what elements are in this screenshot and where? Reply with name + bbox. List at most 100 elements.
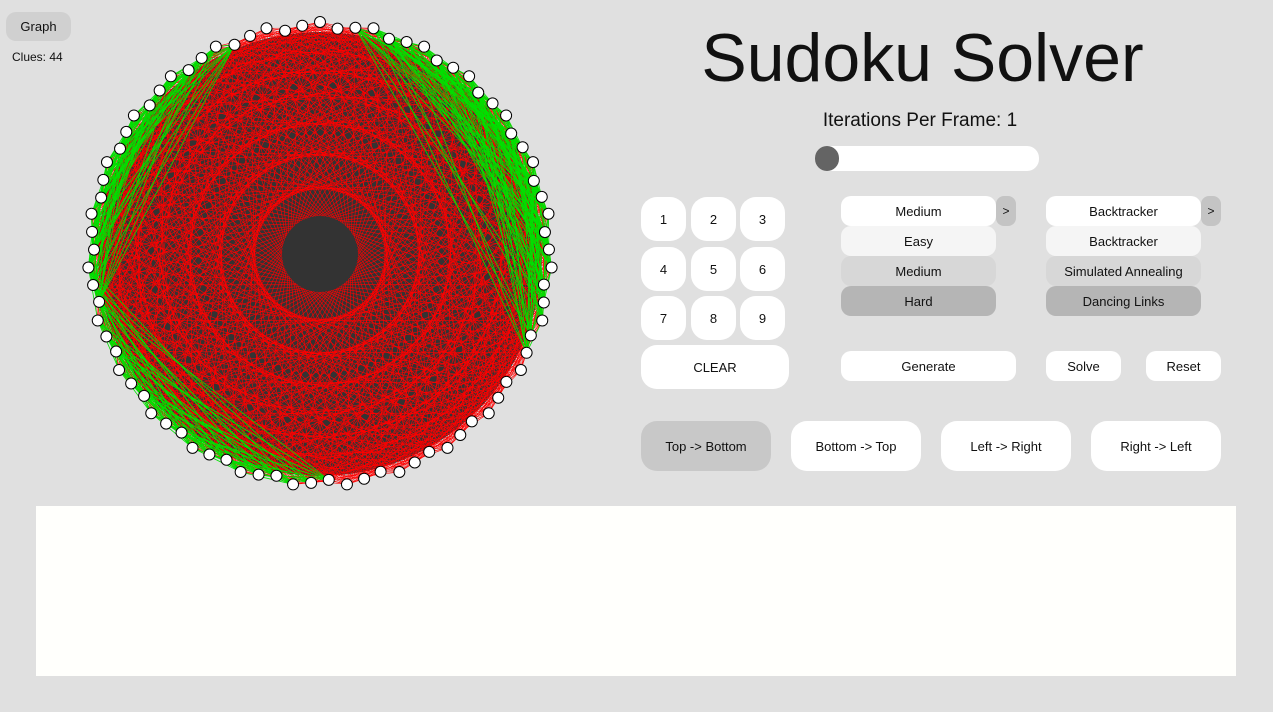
graph-node bbox=[88, 243, 101, 256]
graph-node bbox=[100, 330, 113, 343]
graph-node bbox=[244, 29, 257, 42]
graph-node bbox=[537, 296, 550, 309]
graph-node bbox=[296, 19, 309, 32]
graph-node bbox=[349, 21, 362, 34]
graph-node bbox=[331, 22, 344, 35]
graph-node bbox=[465, 415, 478, 428]
num-key-4[interactable]: 4 bbox=[641, 247, 686, 291]
graph-node bbox=[203, 448, 216, 461]
graph-node bbox=[537, 278, 550, 291]
clear-button[interactable]: CLEAR bbox=[641, 345, 789, 389]
top-to-bottom-button[interactable]: Top -> Bottom bbox=[641, 421, 771, 471]
graph-node bbox=[527, 174, 540, 187]
difficulty-select[interactable]: Medium bbox=[841, 196, 996, 226]
graph-node bbox=[164, 70, 177, 83]
solve-button[interactable]: Solve bbox=[1046, 351, 1121, 381]
graph-node bbox=[160, 417, 173, 430]
graph-node bbox=[234, 466, 247, 479]
num-key-8[interactable]: 8 bbox=[691, 296, 736, 340]
num-key-3[interactable]: 3 bbox=[740, 197, 785, 241]
right-to-left-button[interactable]: Right -> Left bbox=[1091, 421, 1221, 471]
graph-node bbox=[97, 173, 110, 186]
num-key-2[interactable]: 2 bbox=[691, 197, 736, 241]
algorithm-option-backtracker[interactable]: Backtracker bbox=[1046, 226, 1201, 256]
page-title: Sudoku Solver bbox=[701, 20, 1144, 96]
graph-center bbox=[282, 216, 358, 292]
graph-node bbox=[492, 391, 505, 404]
graph-node bbox=[120, 125, 133, 138]
algorithm-option-simulated-annealing[interactable]: Simulated Annealing bbox=[1046, 256, 1201, 286]
graph-toggle-button[interactable]: Graph bbox=[6, 12, 71, 41]
output-panel bbox=[36, 506, 1236, 676]
algorithm-select[interactable]: Backtracker bbox=[1046, 196, 1201, 226]
graph-node bbox=[110, 345, 123, 358]
difficulty-arrow-icon[interactable]: > bbox=[996, 196, 1016, 226]
difficulty-option-easy[interactable]: Easy bbox=[841, 226, 996, 256]
graph-node bbox=[260, 22, 273, 35]
algorithm-arrow-icon[interactable]: > bbox=[1201, 196, 1221, 226]
graph-node bbox=[418, 40, 431, 53]
graph-node bbox=[95, 191, 108, 204]
graph-node bbox=[220, 453, 233, 466]
num-key-7[interactable]: 7 bbox=[641, 296, 686, 340]
graph-node bbox=[516, 141, 529, 154]
graph-node bbox=[125, 377, 138, 390]
bottom-to-top-button[interactable]: Bottom -> Top bbox=[791, 421, 921, 471]
graph-node bbox=[400, 36, 413, 49]
graph-node bbox=[393, 466, 406, 479]
num-key-6[interactable]: 6 bbox=[740, 247, 785, 291]
graph-node bbox=[314, 16, 326, 28]
graph-node bbox=[524, 329, 537, 342]
graph-node bbox=[287, 478, 300, 491]
graph-node bbox=[383, 32, 396, 45]
num-key-5[interactable]: 5 bbox=[691, 247, 736, 291]
graph-node bbox=[138, 389, 151, 402]
graph-node bbox=[252, 468, 265, 481]
graph-node bbox=[486, 97, 499, 110]
graph-node bbox=[340, 478, 353, 491]
graph-node bbox=[322, 473, 335, 486]
generate-button[interactable]: Generate bbox=[841, 351, 1016, 381]
slider-thumb[interactable] bbox=[815, 146, 839, 171]
graph-node bbox=[82, 261, 95, 274]
graph-node bbox=[367, 22, 380, 35]
graph-node bbox=[514, 364, 527, 376]
graph-node bbox=[538, 226, 551, 239]
num-key-9[interactable]: 9 bbox=[740, 296, 785, 340]
left-to-right-button[interactable]: Left -> Right bbox=[941, 421, 1071, 471]
graph-node bbox=[209, 40, 222, 53]
graph-node bbox=[91, 314, 104, 327]
reset-button[interactable]: Reset bbox=[1146, 351, 1221, 381]
graph-node bbox=[505, 127, 518, 140]
difficulty-option-medium[interactable]: Medium bbox=[841, 256, 996, 286]
graph-node bbox=[114, 142, 127, 155]
graph-node bbox=[545, 261, 558, 274]
difficulty-option-hard[interactable]: Hard bbox=[841, 286, 996, 316]
graph-node bbox=[527, 156, 540, 169]
graph-node bbox=[175, 426, 188, 439]
graph-node bbox=[536, 314, 549, 327]
num-key-1[interactable]: 1 bbox=[641, 197, 686, 241]
graph-node bbox=[87, 278, 100, 291]
graph-node bbox=[447, 61, 460, 74]
graph-node bbox=[500, 375, 513, 388]
graph-node bbox=[153, 84, 166, 97]
graph-node bbox=[93, 295, 106, 308]
graph-node bbox=[408, 456, 421, 469]
graph-node bbox=[100, 156, 113, 169]
iterations-slider[interactable] bbox=[815, 146, 1039, 171]
graph-node bbox=[520, 346, 533, 359]
clues-count: Clues: 44 bbox=[12, 50, 63, 64]
graph-node bbox=[441, 441, 454, 454]
graph-node bbox=[270, 469, 283, 482]
graph-node bbox=[535, 190, 548, 203]
algorithm-option-dancing-links[interactable]: Dancing Links bbox=[1046, 286, 1201, 316]
graph-node bbox=[228, 38, 241, 51]
graph-node bbox=[482, 407, 495, 420]
graph-node bbox=[182, 64, 195, 77]
constraint-graph bbox=[82, 16, 558, 491]
graph-node bbox=[542, 243, 555, 256]
graph-node bbox=[358, 472, 371, 485]
graph-node bbox=[186, 441, 199, 454]
graph-node bbox=[195, 51, 208, 64]
